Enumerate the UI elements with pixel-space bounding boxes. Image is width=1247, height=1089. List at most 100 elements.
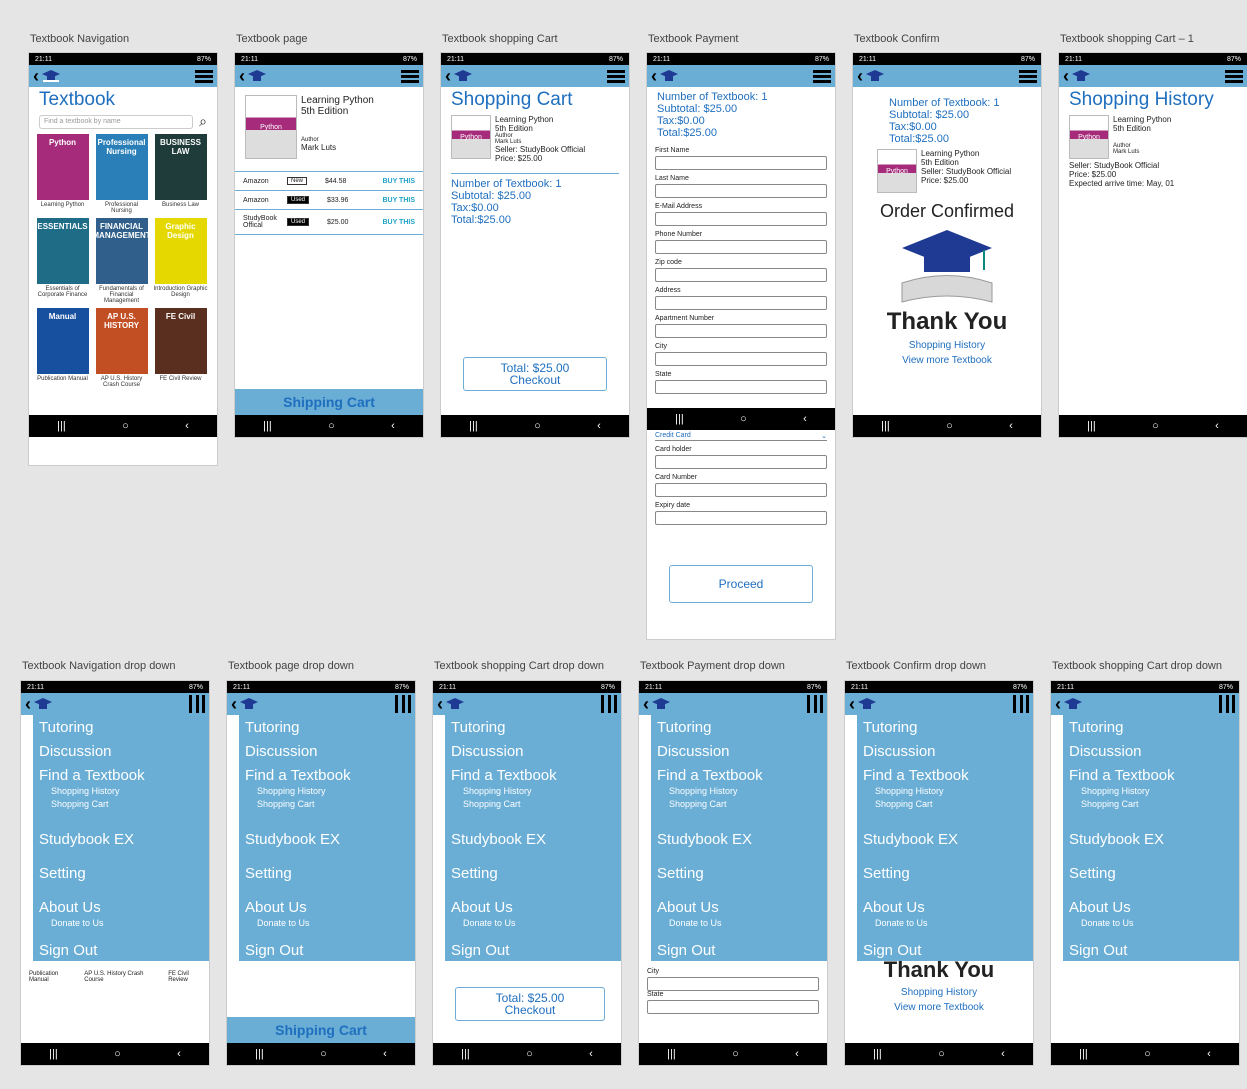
menu-icon[interactable] xyxy=(189,695,205,713)
back-icon[interactable]: ‹ xyxy=(231,695,237,713)
menu-icon[interactable] xyxy=(401,69,419,83)
text-input[interactable] xyxy=(655,380,827,394)
buy-button[interactable]: BUY THIS xyxy=(382,197,415,204)
shipping-cart-button[interactable]: Shipping Cart xyxy=(227,1017,415,1043)
text-input[interactable] xyxy=(655,352,827,366)
shopping-history-link[interactable]: Shopping History xyxy=(853,340,1041,351)
menu-item-tutoring[interactable]: Tutoring xyxy=(39,719,203,737)
menu-item-shopping-cart[interactable]: Shopping Cart xyxy=(245,798,409,811)
menu-item-about-us[interactable]: About Us xyxy=(1069,899,1233,917)
text-input[interactable] xyxy=(647,977,819,991)
menu-item-sign-out[interactable]: Sign Out xyxy=(1069,942,1233,960)
recent-apps-icon[interactable]: ||| xyxy=(881,420,890,432)
back-icon[interactable]: ‹ xyxy=(239,67,245,85)
menu-icon[interactable] xyxy=(1225,69,1243,83)
menu-item-setting[interactable]: Setting xyxy=(657,865,821,883)
book-card[interactable]: ESSENTIALS Essentials of Corporate Financ… xyxy=(35,218,90,304)
menu-icon[interactable] xyxy=(195,69,213,83)
book-card[interactable]: Python Learning Python xyxy=(35,134,90,214)
menu-item-discussion[interactable]: Discussion xyxy=(39,743,203,761)
menu-item-donate[interactable]: Donate to Us xyxy=(245,917,409,930)
menu-item-about-us[interactable]: About Us xyxy=(863,899,1027,917)
text-input[interactable] xyxy=(655,212,827,226)
menu-item-studybook-ex[interactable]: Studybook EX xyxy=(39,831,203,849)
book-card[interactable]: BUSINESS LAW Business Law xyxy=(153,134,208,214)
menu-item-tutoring[interactable]: Tutoring xyxy=(1069,719,1233,737)
menu-item-shopping-cart[interactable]: Shopping Cart xyxy=(451,798,615,811)
text-input[interactable] xyxy=(655,156,827,170)
book-card[interactable]: Professional Nursing Professional Nursing xyxy=(94,134,149,214)
search-icon[interactable]: ⌕ xyxy=(199,113,207,130)
back-nav-icon[interactable]: ‹ xyxy=(383,1048,387,1060)
text-input[interactable] xyxy=(655,184,827,198)
home-icon[interactable]: ○ xyxy=(946,420,953,432)
menu-item-shopping-cart[interactable]: Shopping Cart xyxy=(657,798,821,811)
proceed-button[interactable]: Proceed xyxy=(669,565,813,603)
home-icon[interactable]: ○ xyxy=(534,420,541,432)
menu-item-sign-out[interactable]: Sign Out xyxy=(451,942,615,960)
back-nav-icon[interactable]: ‹ xyxy=(597,420,601,432)
menu-item-discussion[interactable]: Discussion xyxy=(863,743,1027,761)
text-input[interactable] xyxy=(655,511,827,525)
menu-item-shopping-cart[interactable]: Shopping Cart xyxy=(863,798,1027,811)
menu-item-setting[interactable]: Setting xyxy=(451,865,615,883)
recent-apps-icon[interactable]: ||| xyxy=(873,1048,882,1060)
menu-item-tutoring[interactable]: Tutoring xyxy=(863,719,1027,737)
home-icon[interactable]: ○ xyxy=(938,1048,945,1060)
menu-icon[interactable] xyxy=(813,69,831,83)
menu-icon[interactable] xyxy=(1019,69,1037,83)
checkout-button[interactable]: Total: $25.00 Checkout xyxy=(463,357,607,391)
menu-item-find-textbook[interactable]: Find a Textbook xyxy=(39,767,203,785)
book-card[interactable]: AP U.S. HISTORY AP U.S. History Crash Cou… xyxy=(94,308,149,388)
menu-item-find-textbook[interactable]: Find a Textbook xyxy=(245,767,409,785)
menu-item-donate[interactable]: Donate to Us xyxy=(39,917,203,930)
home-icon[interactable]: ○ xyxy=(1144,1048,1151,1060)
menu-item-shopping-history[interactable]: Shopping History xyxy=(245,785,409,798)
back-icon[interactable]: ‹ xyxy=(643,695,649,713)
view-more-link[interactable]: View more Textbook xyxy=(845,1002,1033,1013)
menu-item-donate[interactable]: Donate to Us xyxy=(451,917,615,930)
shipping-cart-button[interactable]: Shipping Cart xyxy=(235,389,423,415)
menu-item-discussion[interactable]: Discussion xyxy=(657,743,821,761)
menu-item-about-us[interactable]: About Us xyxy=(451,899,615,917)
recent-apps-icon[interactable]: ||| xyxy=(255,1048,264,1060)
menu-icon[interactable] xyxy=(1013,695,1029,713)
home-icon[interactable]: ○ xyxy=(732,1048,739,1060)
back-nav-icon[interactable]: ‹ xyxy=(391,420,395,432)
menu-item-about-us[interactable]: About Us xyxy=(245,899,409,917)
back-nav-icon[interactable]: ‹ xyxy=(1001,1048,1005,1060)
menu-item-studybook-ex[interactable]: Studybook EX xyxy=(863,831,1027,849)
menu-item-sign-out[interactable]: Sign Out xyxy=(39,942,203,960)
recent-apps-icon[interactable]: ||| xyxy=(1079,1048,1088,1060)
back-nav-icon[interactable]: ‹ xyxy=(1215,420,1219,432)
menu-item-shopping-history[interactable]: Shopping History xyxy=(39,785,203,798)
search-input[interactable]: Find a textbook by name xyxy=(39,114,194,129)
menu-item-find-textbook[interactable]: Find a Textbook xyxy=(1069,767,1233,785)
back-icon[interactable]: ‹ xyxy=(857,67,863,85)
buy-button[interactable]: BUY THIS xyxy=(382,219,415,226)
recent-apps-icon[interactable]: ||| xyxy=(57,420,66,432)
back-nav-icon[interactable]: ‹ xyxy=(1009,420,1013,432)
menu-icon[interactable] xyxy=(807,695,823,713)
menu-item-shopping-history[interactable]: Shopping History xyxy=(657,785,821,798)
menu-item-sign-out[interactable]: Sign Out xyxy=(245,942,409,960)
home-icon[interactable]: ○ xyxy=(526,1048,533,1060)
text-input[interactable] xyxy=(655,296,827,310)
menu-item-shopping-history[interactable]: Shopping History xyxy=(1069,785,1233,798)
home-icon[interactable]: ○ xyxy=(320,1048,327,1060)
menu-item-shopping-history[interactable]: Shopping History xyxy=(451,785,615,798)
menu-item-about-us[interactable]: About Us xyxy=(657,899,821,917)
menu-item-tutoring[interactable]: Tutoring xyxy=(451,719,615,737)
back-icon[interactable]: ‹ xyxy=(1063,67,1069,85)
text-input[interactable] xyxy=(655,268,827,282)
menu-item-studybook-ex[interactable]: Studybook EX xyxy=(657,831,821,849)
home-icon[interactable]: ○ xyxy=(740,413,747,425)
menu-item-setting[interactable]: Setting xyxy=(39,865,203,883)
back-icon[interactable]: ‹ xyxy=(1055,695,1061,713)
recent-apps-icon[interactable]: ||| xyxy=(461,1048,470,1060)
menu-item-setting[interactable]: Setting xyxy=(1069,865,1233,883)
text-input[interactable] xyxy=(655,455,827,469)
back-icon[interactable]: ‹ xyxy=(437,695,443,713)
menu-icon[interactable] xyxy=(607,69,625,83)
recent-apps-icon[interactable]: ||| xyxy=(49,1048,58,1060)
